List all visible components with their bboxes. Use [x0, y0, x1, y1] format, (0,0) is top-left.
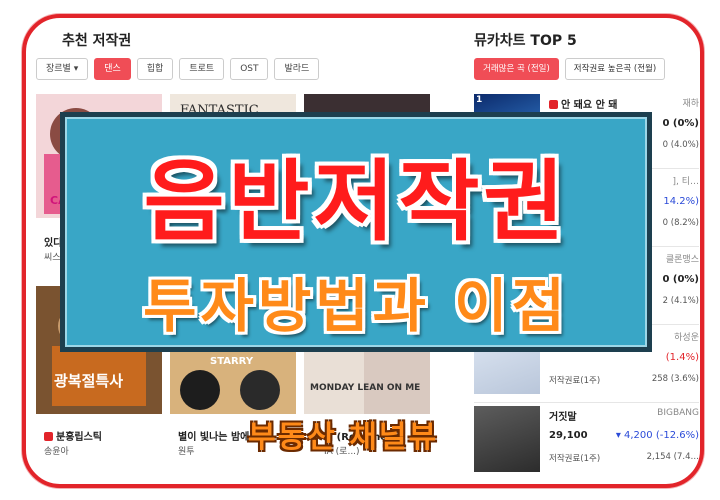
genre-chip-ballad[interactable]: 발라드 — [274, 58, 320, 80]
badge-icon — [44, 432, 53, 441]
chart-row-2-change: 14.2%) — [663, 196, 699, 207]
banner-subtitle: 투자방법과 이점 — [143, 272, 569, 340]
genre-chip-dance[interactable]: 댄스 — [94, 58, 131, 80]
album-card-6[interactable]: MONDAY LEAN ON ME — [304, 350, 430, 414]
genre-chip-hiphop[interactable]: 힙합 — [136, 58, 174, 80]
chart-row-1-song: 안 돼요 안 돼 — [549, 96, 617, 111]
album-cover-6: MONDAY LEAN ON ME — [304, 350, 430, 414]
chart-row-4-artist: 하성운 — [674, 333, 699, 343]
album-cover-5: STARRY — [170, 350, 296, 414]
album-cover-4-text: 광복절특사 — [54, 372, 123, 390]
chart-row-1-royalty: 0 (4.0%) — [662, 140, 699, 150]
tab-highest-royalty[interactable]: 저작권료 높은곡 (전월) — [564, 58, 666, 80]
album-card-4-title-text: 분홍립스틱 — [56, 432, 102, 443]
row-divider — [474, 402, 699, 403]
album-card-4-title: 분홍립스틱 — [44, 428, 102, 443]
channel-watermark: 부동산 채널뷰 — [248, 420, 439, 455]
chart-row-5-change: ▾ 4,200 (-12.6%) — [615, 430, 699, 441]
badge-icon — [549, 100, 558, 109]
album-cover-6-text: MONDAY LEAN ON ME — [310, 383, 420, 393]
chart-row-2-artist: ], 티… — [672, 177, 699, 187]
genre-chip-trot[interactable]: 트로트 — [179, 58, 225, 80]
chart-row-2-royalty: 0 (8.2%) — [662, 218, 699, 228]
chart-row-5-royalty-label: 저작권료(1주) — [549, 454, 601, 464]
chart-tabs: 거래많은 곡 (전일) 저작권료 높은곡 (전월) — [474, 58, 666, 80]
chart-row-5-royalty: 2,154 (7.4… — [646, 452, 699, 462]
chart-row-4-change: (1.4%) — [665, 352, 699, 363]
album-card-5[interactable]: STARRY — [170, 350, 296, 414]
chart-row-3-artist: 클론맹스 — [665, 255, 699, 265]
chart-row-1-change: 0 (0%) — [662, 118, 699, 129]
chart-row-5[interactable]: 거짓말 BIGBANG 29,100 ▾ 4,200 (-12.6%) 저작권료… — [474, 406, 699, 476]
chart-row-5-song: 거짓말 — [549, 412, 577, 423]
genre-dropdown-chip[interactable]: 장르별 ▾ — [36, 58, 89, 80]
banner-title: 음반저작권 — [143, 150, 569, 253]
recommended-title: 추천 저작권 — [62, 33, 132, 49]
album-cover-5-text: STARRY — [210, 356, 254, 367]
chart-row-5-thumb — [474, 406, 540, 472]
album-card-1-artist: 씨스 — [44, 253, 61, 263]
chart-row-1-artist: 재하 — [682, 99, 699, 109]
album-card-5-artist: 원투 — [178, 447, 195, 457]
title-banner: 음반저작권 투자방법과 이점 — [60, 112, 652, 352]
genre-chip-ost[interactable]: OST — [230, 58, 269, 80]
chart-title: 뮤카차트 TOP 5 — [474, 33, 577, 49]
chart-row-1-rank: 1 — [476, 95, 483, 105]
chart-row-3-royalty: 2 (4.1%) — [662, 296, 699, 306]
tab-most-traded[interactable]: 거래많은 곡 (전일) — [474, 58, 559, 80]
chart-row-3-change: 0 (0%) — [662, 274, 699, 285]
album-card-4-artist: 송윤아 — [44, 447, 69, 457]
chart-row-5-artist: BIGBANG — [657, 408, 699, 418]
genre-chips: 장르별 ▾ 댄스 힙합 트로트 OST 발라드 — [36, 58, 320, 80]
chart-row-4-royalty-label: 저작권료(1주) — [549, 376, 601, 386]
chart-row-1-song-text: 안 돼요 안 돼 — [561, 100, 618, 111]
album-card-5-title: 별이 빛나는 밤에 — [178, 432, 250, 443]
chart-row-4-royalty: 258 (3.6%) — [651, 374, 699, 384]
chart-row-5-price: 29,100 — [549, 430, 588, 441]
